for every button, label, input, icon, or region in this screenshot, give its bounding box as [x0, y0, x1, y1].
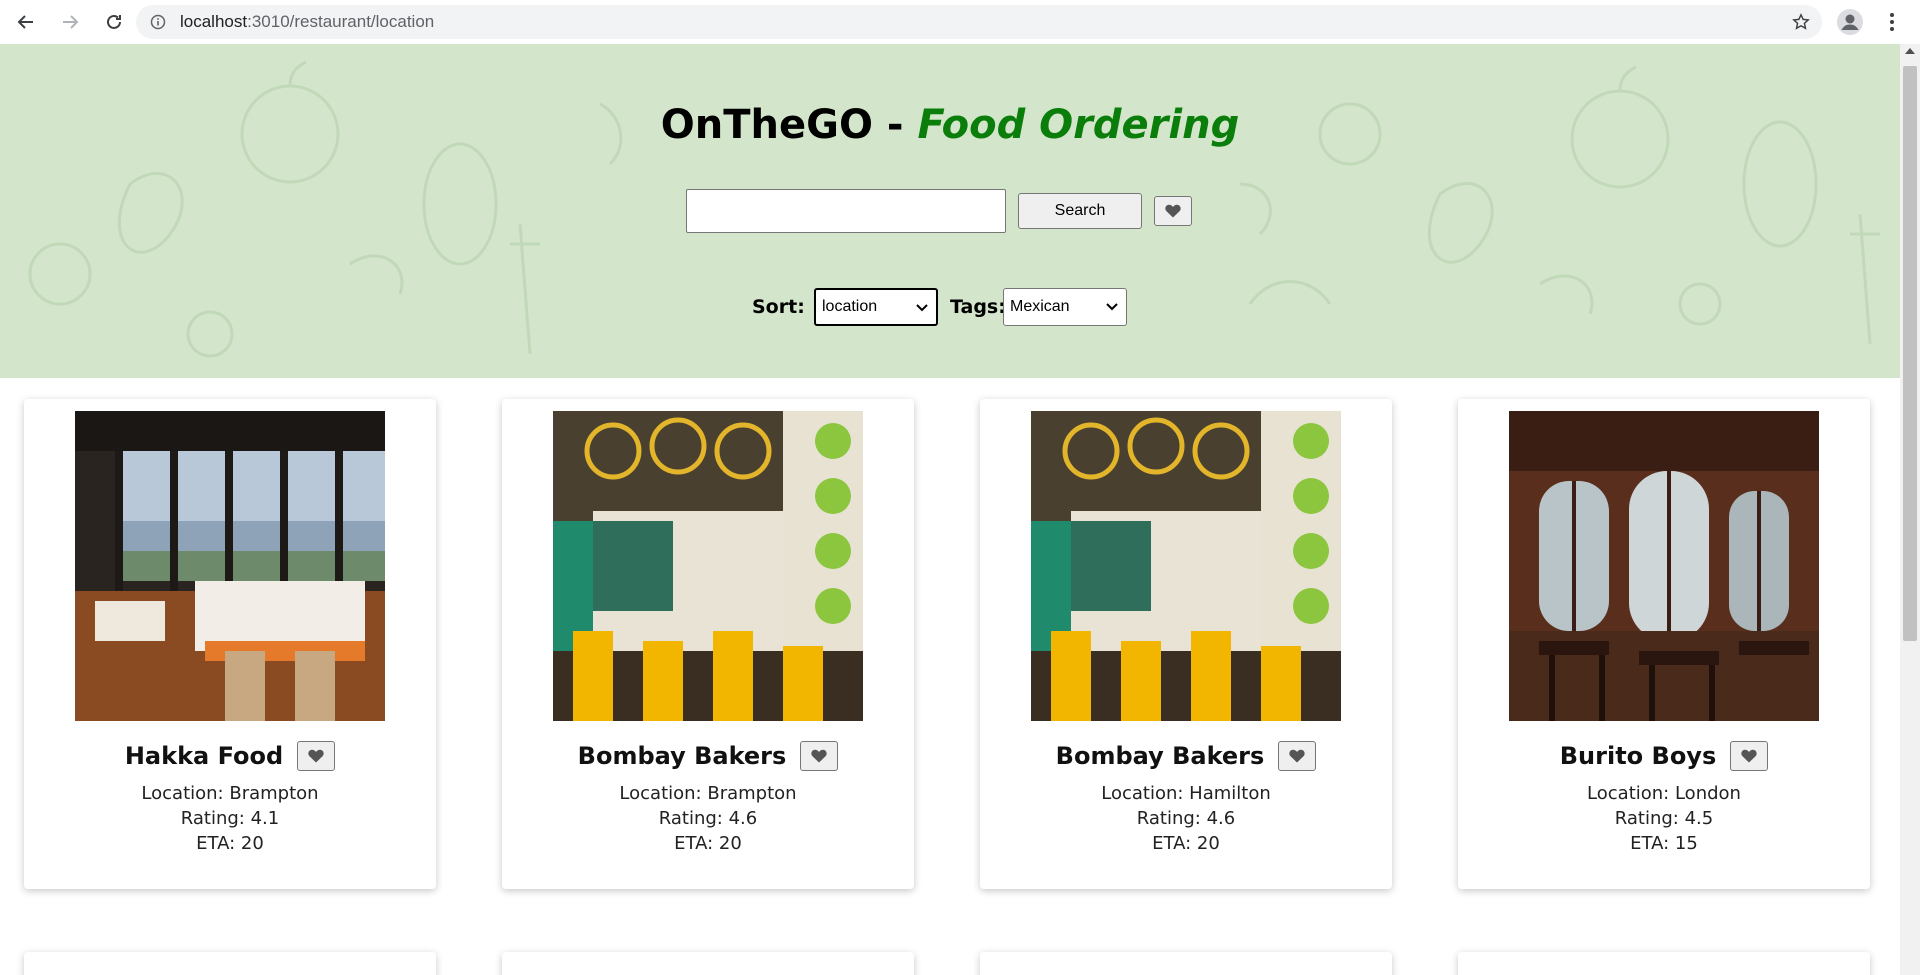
- restaurant-name[interactable]: Hakka Food: [125, 742, 283, 770]
- address-bar[interactable]: localhost:3010/restaurant/location: [136, 5, 1822, 39]
- tags-select[interactable]: Mexican: [1003, 288, 1127, 326]
- restaurant-card[interactable]: Hakka Food Location: Brampton Rating: 4.…: [24, 399, 436, 889]
- url-path: :3010/restaurant/location: [247, 12, 435, 31]
- restaurant-card[interactable]: [502, 952, 914, 975]
- restaurant-photo[interactable]: [1509, 411, 1819, 721]
- restaurant-rating: Rating: 4.5: [1614, 808, 1714, 829]
- arrow-right-icon: [63, 15, 79, 29]
- sort-selected-value: location: [822, 298, 878, 315]
- restaurant-name-row: Burito Boys: [1458, 741, 1870, 771]
- forward-button[interactable]: [52, 4, 88, 40]
- sort-select[interactable]: location: [814, 288, 938, 326]
- profile-icon[interactable]: [1836, 8, 1864, 36]
- url-host: localhost: [180, 12, 248, 31]
- favorite-button[interactable]: [800, 741, 839, 771]
- tags-label: Tags:: [950, 296, 1006, 318]
- restaurant-name-row: Bombay Bakers: [502, 741, 914, 771]
- restaurant-eta: ETA: 15: [1630, 833, 1698, 854]
- filter-row: Sort: location Tags: Mexican: [0, 288, 1900, 328]
- title-main: OnTheGO -: [660, 102, 904, 148]
- chevron-down-icon: [1106, 303, 1118, 311]
- restaurant-location: Location: Hamilton: [1101, 783, 1271, 804]
- restaurant-card[interactable]: [1458, 952, 1870, 975]
- restaurant-location: Location: Brampton: [141, 783, 319, 804]
- restaurant-rating: Rating: 4.1: [180, 808, 280, 829]
- restaurant-name[interactable]: Bombay Bakers: [1056, 742, 1265, 770]
- heart-icon: [308, 749, 324, 763]
- heart-icon: [1741, 749, 1757, 763]
- reload-icon: [107, 14, 121, 29]
- search-button[interactable]: Search: [1018, 193, 1142, 229]
- restaurant-rating: Rating: 4.6: [658, 808, 758, 829]
- chevron-down-icon: [916, 304, 928, 312]
- restaurant-card[interactable]: Burito Boys Location: London Rating: 4.5…: [1458, 399, 1870, 889]
- title-accent: Food Ordering: [917, 102, 1240, 148]
- restaurant-card[interactable]: Bombay Bakers Location: Hamilton Rating:…: [980, 399, 1392, 889]
- favorite-button[interactable]: [297, 741, 336, 771]
- star-icon[interactable]: [1792, 13, 1810, 31]
- favorites-button[interactable]: [1154, 196, 1192, 226]
- restaurant-photo[interactable]: [1031, 411, 1341, 721]
- hero-banner: OnTheGO - Food Ordering Search Sort: loc…: [0, 44, 1900, 378]
- info-icon[interactable]: [150, 14, 166, 30]
- browser-toolbar: localhost:3010/restaurant/location: [0, 0, 1920, 44]
- restaurant-card[interactable]: Bombay Bakers Location: Brampton Rating:…: [502, 399, 914, 889]
- back-button[interactable]: [8, 4, 44, 40]
- scroll-up-arrow[interactable]: [1905, 48, 1915, 54]
- favorite-button[interactable]: [1278, 741, 1317, 771]
- restaurant-name[interactable]: Burito Boys: [1560, 742, 1716, 770]
- restaurant-card[interactable]: [980, 952, 1392, 975]
- restaurant-eta: ETA: 20: [1152, 833, 1220, 854]
- restaurant-location: Location: London: [1587, 783, 1741, 804]
- search-input[interactable]: [686, 189, 1006, 233]
- restaurant-name-row: Bombay Bakers: [980, 741, 1392, 771]
- vertical-scrollbar[interactable]: [1900, 44, 1920, 975]
- arrow-left-icon: [17, 15, 33, 29]
- page-content: OnTheGO - Food Ordering Search Sort: loc…: [0, 44, 1900, 975]
- heart-icon: [811, 749, 827, 763]
- restaurant-eta: ETA: 20: [674, 833, 742, 854]
- restaurant-location: Location: Brampton: [619, 783, 797, 804]
- tags-selected-value: Mexican: [1010, 298, 1070, 315]
- restaurant-name[interactable]: Bombay Bakers: [578, 742, 787, 770]
- restaurant-photo[interactable]: [75, 411, 385, 721]
- heart-icon: [1165, 204, 1181, 218]
- restaurant-rating: Rating: 4.6: [1136, 808, 1236, 829]
- url-text: localhost:3010/restaurant/location: [180, 12, 434, 32]
- restaurant-photo[interactable]: [553, 411, 863, 721]
- scrollbar-thumb[interactable]: [1903, 66, 1917, 641]
- restaurant-eta: ETA: 20: [196, 833, 264, 854]
- restaurant-name-row: Hakka Food: [24, 741, 436, 771]
- heart-icon: [1289, 749, 1305, 763]
- sort-label: Sort:: [752, 296, 805, 318]
- restaurant-card[interactable]: [24, 952, 436, 975]
- page-title: OnTheGO - Food Ordering: [0, 102, 1900, 148]
- reload-button[interactable]: [96, 4, 132, 40]
- favorite-button[interactable]: [1730, 741, 1769, 771]
- kebab-menu-icon[interactable]: [1880, 10, 1904, 34]
